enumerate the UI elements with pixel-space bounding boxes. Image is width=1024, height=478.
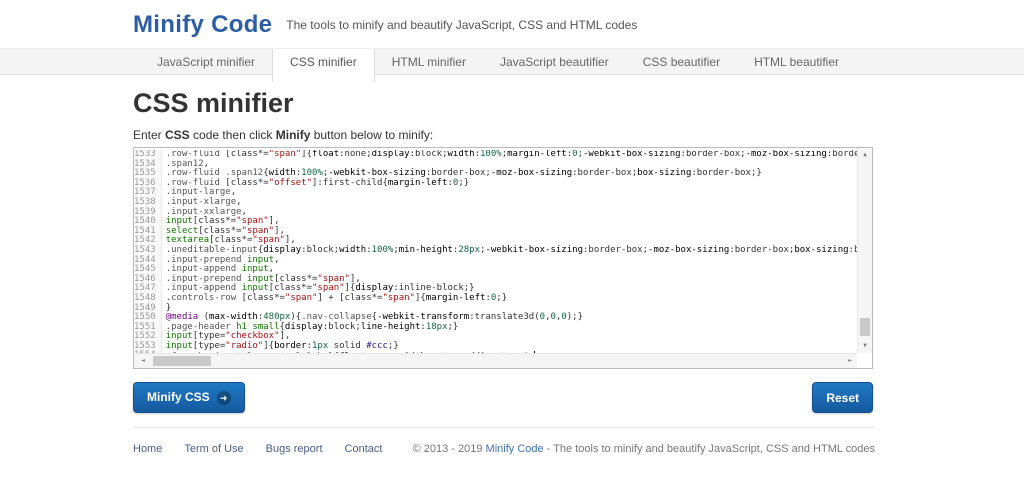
tab-bar: JavaScript minifierCSS minifierHTML mini… (0, 48, 1024, 75)
site-logo[interactable]: Minify Code (133, 11, 272, 39)
action-buttons-row: Minify CSS ➜ Reset (133, 382, 873, 413)
instruction-part: code then click (190, 128, 276, 142)
minify-css-button[interactable]: Minify CSS ➜ (133, 382, 245, 413)
scroll-down-icon[interactable]: ▼ (858, 339, 872, 353)
tab-css-beautifier[interactable]: CSS beautifier (626, 49, 737, 76)
copyright-tagline: - The tools to minify and beautify JavaS… (544, 443, 875, 455)
code-line: 1536.row-fluid [class*="offset"]:first-c… (134, 179, 857, 189)
footer-link-bugs-report[interactable]: Bugs report (266, 443, 323, 455)
site-header: Minify Code The tools to minify and beaut… (0, 0, 1024, 48)
instruction-minify-word: Minify (276, 128, 311, 142)
code-line: 1533.row-fluid [class*="span"]{float:non… (134, 150, 857, 160)
footer-link-term-of-use[interactable]: Term of Use (184, 443, 243, 455)
copyright-text: © 2013 - 2019 Minify Code - The tools to… (413, 443, 875, 455)
arrow-right-icon: ➜ (217, 391, 231, 405)
footer-link-home[interactable]: Home (133, 443, 162, 455)
instruction-text: Enter CSS code then click Minify button … (133, 128, 875, 142)
copyright-link[interactable]: Minify Code (486, 443, 544, 455)
css-code-editor[interactable]: 1533.row-fluid [class*="span"]{float:non… (133, 147, 873, 369)
reset-button[interactable]: Reset (812, 382, 873, 413)
instruction-css-word: CSS (165, 128, 190, 142)
tab-html-minifier[interactable]: HTML minifier (375, 49, 483, 76)
scrollbar-corner (857, 353, 872, 368)
copyright-years: © 2013 - 2019 (413, 443, 486, 455)
tab-javascript-beautifier[interactable]: JavaScript beautifier (483, 49, 626, 76)
code-line: 1537.input-large, (134, 188, 857, 198)
instruction-part: button below to minify: (310, 128, 433, 142)
page-title: CSS minifier (133, 88, 875, 119)
site-tagline: The tools to minify and beautify JavaScr… (286, 18, 637, 32)
hscroll-thumb[interactable] (153, 356, 211, 366)
tab-html-beautifier[interactable]: HTML beautifier (737, 49, 856, 76)
main-content: CSS minifier Enter CSS code then click M… (0, 88, 875, 413)
code-line: 1548.controls-row [class*="span"] + [cla… (134, 294, 857, 304)
tab-bar-tabs: JavaScript minifierCSS minifierHTML mini… (140, 49, 856, 82)
page-footer: Home Term of Use Bugs report Contact © 2013… (133, 427, 875, 457)
vscroll-thumb[interactable] (860, 318, 870, 336)
scroll-left-icon[interactable]: ◄ (136, 354, 150, 368)
code-text: .row-fluid [class*="span"]{float:none;di… (162, 150, 857, 160)
editor-vscrollbar[interactable]: ▲ ▼ (857, 148, 872, 353)
code-line: 1553input[type="radio"]{border:1px solid… (134, 342, 857, 352)
footer-link-contact[interactable]: Contact (345, 443, 383, 455)
footer-links: Home Term of Use Bugs report Contact (133, 439, 404, 457)
editor-hscrollbar[interactable]: ◄ ► (134, 353, 857, 368)
code-area: 1533.row-fluid [class*="span"]{float:non… (134, 150, 857, 353)
instruction-part: Enter (133, 128, 165, 142)
scroll-right-icon[interactable]: ► (843, 354, 857, 368)
code-text: input[type="radio"]{border:1px solid #cc… (162, 342, 399, 352)
minify-css-button-label: Minify CSS (147, 390, 210, 404)
code-text: .controls-row [class*="span"] + [class*=… (162, 294, 507, 304)
tab-javascript-minifier[interactable]: JavaScript minifier (140, 49, 272, 76)
scroll-up-icon[interactable]: ▲ (858, 148, 872, 162)
tab-css-minifier[interactable]: CSS minifier (272, 49, 375, 82)
